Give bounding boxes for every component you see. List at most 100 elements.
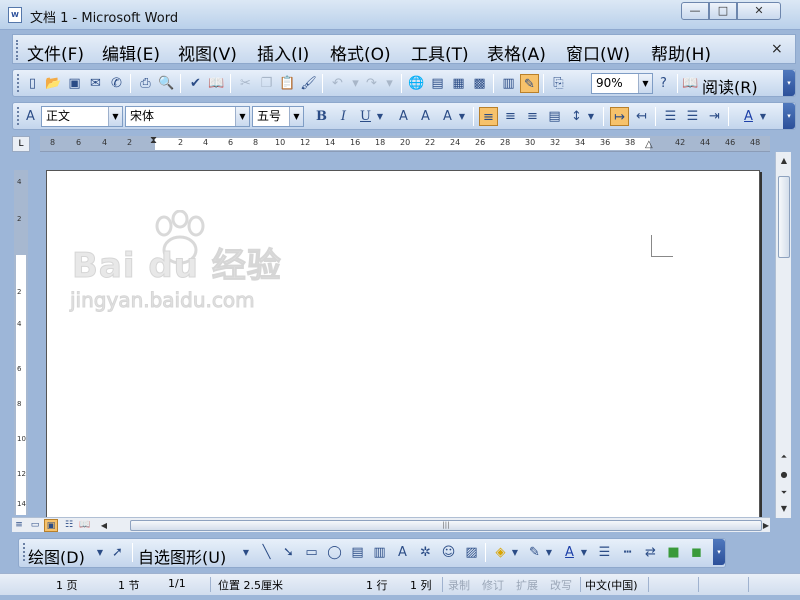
minimize-button[interactable]: — xyxy=(681,2,709,20)
chevron-down-icon[interactable]: ▼ xyxy=(638,74,652,93)
dash-style-icon[interactable]: ┅ xyxy=(618,543,637,562)
print-layout-view-icon[interactable]: ▣ xyxy=(44,519,58,532)
size-select[interactable]: 五号 ▼ xyxy=(252,106,304,127)
tables-borders-icon[interactable]: ▤ xyxy=(428,74,447,93)
menu-window[interactable]: 窗口(W) xyxy=(566,40,630,65)
hscroll-thumb[interactable]: ||| xyxy=(130,520,762,531)
rectangle-icon[interactable]: ▭ xyxy=(302,543,321,562)
right-indent-marker[interactable]: △ xyxy=(645,139,653,150)
normal-view-icon[interactable]: ≡ xyxy=(12,519,26,532)
toolbar-grip[interactable] xyxy=(17,74,20,92)
fill-color-dropdown-icon[interactable]: ▼ xyxy=(510,543,520,562)
line-spacing-icon[interactable]: ↕ xyxy=(567,107,586,126)
outline-view-icon[interactable]: ☷ xyxy=(62,519,76,532)
style-select[interactable]: 正文 ▼ xyxy=(41,106,123,127)
ltr-direction-icon[interactable]: ↦ xyxy=(610,107,629,126)
draw-font-color-icon[interactable]: A xyxy=(560,543,579,562)
insert-excel-icon[interactable]: ▩ xyxy=(470,74,489,93)
italic-button[interactable]: I xyxy=(334,107,353,126)
shadow-style-icon[interactable]: ■ xyxy=(664,543,683,562)
toolbar-grip[interactable] xyxy=(17,107,20,125)
select-browse-object-icon[interactable]: ● xyxy=(777,468,791,482)
redo-icon[interactable]: ↷ xyxy=(362,74,381,93)
indent-icon[interactable]: ⇥ xyxy=(705,107,724,126)
permission-icon[interactable]: ✉ xyxy=(86,74,105,93)
numbering-icon[interactable]: ☰ xyxy=(661,107,680,126)
status-rec[interactable]: 录制 xyxy=(448,577,470,593)
open-folder-icon[interactable]: 📂 xyxy=(44,74,63,93)
redo-dropdown-icon[interactable]: ▾ xyxy=(380,74,399,93)
styles-formatting-icon[interactable]: A xyxy=(21,107,40,126)
align-center-icon[interactable]: ≡ xyxy=(501,107,520,126)
help-icon[interactable]: ? xyxy=(654,74,673,93)
next-page-icon[interactable]: ⏷ xyxy=(777,486,791,500)
draw-dropdown-icon[interactable]: ▼ xyxy=(95,543,105,562)
diagram-icon[interactable]: ✲ xyxy=(416,543,435,562)
chevron-down-icon[interactable]: ▼ xyxy=(235,107,249,126)
draw-font-color-dropdown-icon[interactable]: ▼ xyxy=(579,543,589,562)
menu-table[interactable]: 表格(A) xyxy=(487,40,546,65)
autoshapes-menu-button[interactable]: 自选图形(U) xyxy=(138,544,226,568)
zoom-select[interactable]: 90% ▼ xyxy=(591,73,653,94)
font-color-button[interactable]: A xyxy=(739,107,758,126)
scroll-up-icon[interactable]: ▲ xyxy=(777,154,791,168)
copy-icon[interactable]: ❐ xyxy=(257,74,276,93)
line-color-dropdown-icon[interactable]: ▼ xyxy=(544,543,554,562)
menu-grip[interactable] xyxy=(16,40,19,60)
status-ovr[interactable]: 改写 xyxy=(550,577,572,593)
scroll-left-icon[interactable]: ◀ xyxy=(98,519,110,532)
scroll-thumb[interactable] xyxy=(778,176,790,258)
arrow-style-icon[interactable]: ⇄ xyxy=(641,543,660,562)
maximize-button[interactable]: □ xyxy=(709,2,737,20)
draw-menu-button[interactable]: 绘图(D) xyxy=(28,544,85,568)
menu-tools[interactable]: 工具(T) xyxy=(411,40,469,65)
menu-edit[interactable]: 编辑(E) xyxy=(102,40,160,65)
character-shading-icon[interactable]: A xyxy=(416,107,435,126)
spelling-icon[interactable]: ✔ xyxy=(186,74,205,93)
menu-format[interactable]: 格式(O) xyxy=(330,40,391,65)
format-painter-icon[interactable]: 🖌 xyxy=(299,74,318,93)
underline-button[interactable]: U xyxy=(356,107,375,126)
align-right-icon[interactable]: ≡ xyxy=(523,107,542,126)
first-line-indent-marker[interactable]: ⧗ xyxy=(150,135,157,146)
text-box-icon[interactable]: ▤ xyxy=(348,543,367,562)
clip-art-icon[interactable]: ☺ xyxy=(439,543,458,562)
menu-file[interactable]: 文件(F) xyxy=(27,40,84,65)
print-preview-icon[interactable]: 🔍 xyxy=(157,74,176,93)
toolbar-options-icon[interactable]: ▾ xyxy=(713,539,725,565)
chevron-down-icon[interactable]: ▼ xyxy=(289,107,303,126)
3d-style-icon[interactable]: ◼ xyxy=(687,543,706,562)
rtl-direction-icon[interactable]: ↤ xyxy=(632,107,651,126)
vertical-scrollbar[interactable]: ▲ ⏶ ● ⏷ ▼ xyxy=(775,152,791,518)
scroll-down-icon[interactable]: ▼ xyxy=(777,502,791,516)
save-icon[interactable]: ▣ xyxy=(65,74,84,93)
line-icon[interactable]: ╲ xyxy=(257,543,276,562)
read-icon[interactable]: 📖 xyxy=(681,74,700,93)
menu-insert[interactable]: 插入(I) xyxy=(257,40,309,65)
toolbar-options-icon[interactable]: ▾ xyxy=(783,70,795,96)
new-document-icon[interactable]: ▯ xyxy=(23,74,42,93)
status-ext[interactable]: 扩展 xyxy=(516,577,538,593)
horizontal-ruler[interactable]: 8 6 4 2 2 4 6 8 10 12 14 16 18 20 22 24 … xyxy=(40,135,770,152)
wordart-icon[interactable]: A xyxy=(393,543,412,562)
arrow-icon[interactable]: ➘ xyxy=(279,543,298,562)
email-icon[interactable]: ✆ xyxy=(107,74,126,93)
print-icon[interactable]: ⎙ xyxy=(136,74,155,93)
autoshapes-dropdown-icon[interactable]: ▼ xyxy=(241,543,251,562)
toolbar-grip[interactable] xyxy=(23,543,26,561)
paste-icon[interactable]: 📋 xyxy=(278,74,297,93)
close-button[interactable]: ✕ xyxy=(737,2,781,20)
read-button[interactable]: 阅读(R) xyxy=(702,74,758,98)
toolbar-options-icon[interactable]: ▾ xyxy=(783,103,795,129)
columns-icon[interactable]: ▥ xyxy=(499,74,518,93)
status-trk[interactable]: 修订 xyxy=(482,577,504,593)
horizontal-scrollbar[interactable]: ≡ ▭ ▣ ☷ 📖 ◀ ||| ▶ xyxy=(12,517,770,532)
underline-dropdown-icon[interactable]: ▼ xyxy=(375,107,385,126)
undo-icon[interactable]: ↶ xyxy=(328,74,347,93)
distributed-icon[interactable]: ▤ xyxy=(545,107,564,126)
menu-view[interactable]: 视图(V) xyxy=(178,40,237,65)
document-map-icon[interactable]: ⎘ xyxy=(549,74,568,93)
vertical-ruler[interactable]: 4 2 2 4 6 8 10 12 14 xyxy=(14,170,28,515)
fill-color-icon[interactable]: ◈ xyxy=(491,543,510,562)
reading-layout-view-icon[interactable]: 📖 xyxy=(78,519,92,532)
